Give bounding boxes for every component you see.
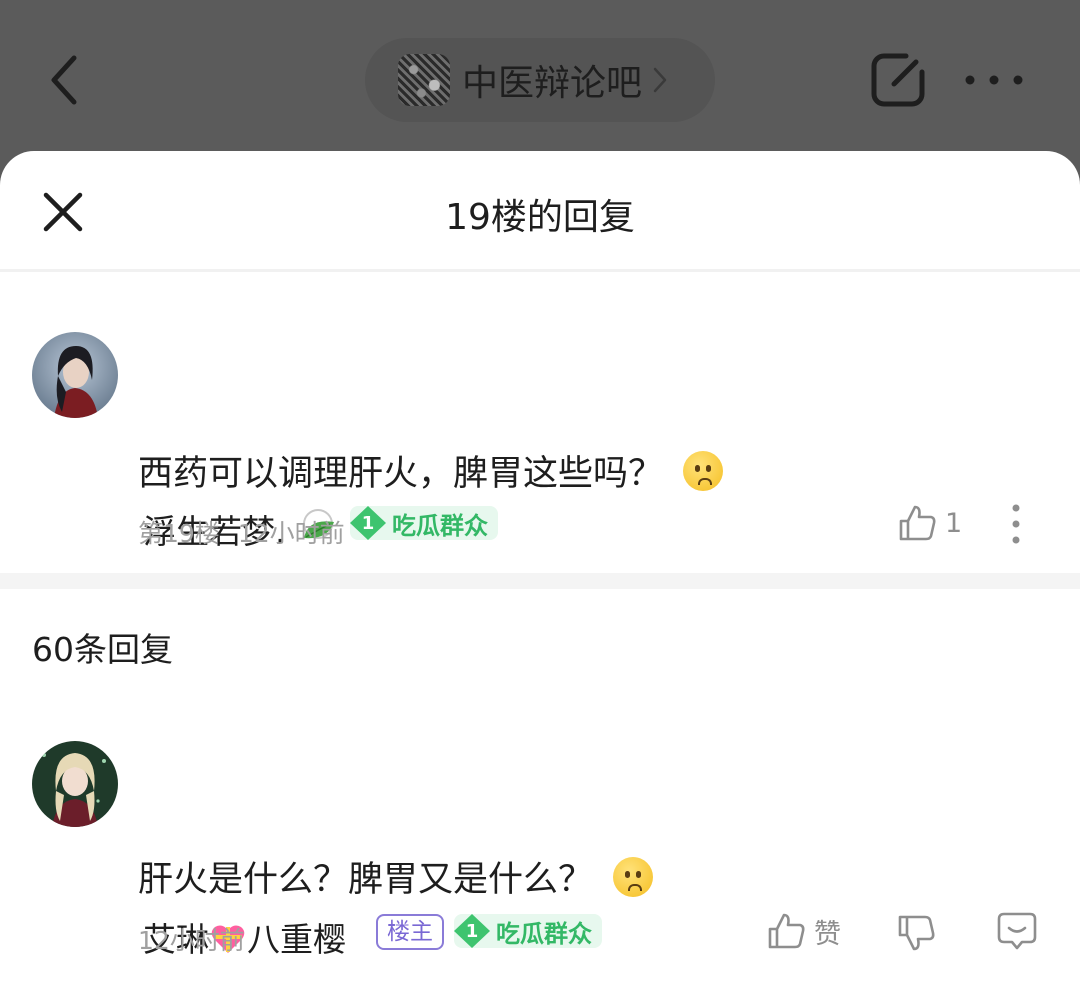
level-badge[interactable]: 1 吃瓜群众 — [454, 914, 602, 948]
post-time: 12小时前 — [237, 519, 345, 548]
section-divider — [0, 573, 1080, 589]
forum-link[interactable]: 中医辩论吧 — [365, 38, 715, 122]
like-button[interactable]: 1 — [897, 503, 962, 543]
chevron-left-icon — [51, 55, 77, 105]
like-label: 赞 — [814, 918, 841, 950]
sheet-title: 19楼的回复 — [445, 197, 635, 238]
post-time: 12小时前 — [138, 926, 245, 955]
comment-text: 肝火是什么？脾胃又是什么？ — [138, 851, 654, 902]
replies-sheet: 19楼的回复 浮生若梦. 1 吃瓜群众 1 西药可以调理肝火，脾胃这些吗？ 第1… — [0, 151, 1080, 990]
level-number: 1 — [454, 914, 490, 948]
level-badge[interactable]: 1 吃瓜群众 — [350, 506, 498, 540]
reply-button[interactable] — [996, 911, 1038, 953]
thumbs-up-icon — [899, 505, 936, 541]
comment-text: 西药可以调理肝火，脾胃这些吗？ — [138, 445, 724, 496]
dislike-button[interactable] — [896, 913, 936, 953]
sheet-header: 19楼的回复 — [0, 151, 1080, 272]
sad-face-emoji-icon — [683, 451, 724, 491]
owner-badge: 楼主 — [376, 914, 444, 950]
avatar[interactable] — [32, 332, 118, 418]
back-button[interactable] — [40, 48, 96, 112]
edit-icon — [871, 53, 925, 107]
level-title: 吃瓜群众 — [496, 919, 592, 948]
sad-face-emoji-icon — [613, 857, 654, 897]
post-more-button[interactable] — [1004, 502, 1028, 546]
more-dots-icon — [965, 75, 1023, 85]
comment-bubble-icon — [997, 912, 1037, 950]
like-count: 1 — [945, 507, 963, 539]
thumbs-down-icon — [898, 915, 935, 951]
more-options-button[interactable] — [962, 62, 1026, 98]
forum-name: 中医辩论吧 — [462, 63, 643, 104]
thumbs-up-icon — [768, 913, 805, 949]
edit-post-button[interactable] — [868, 50, 928, 110]
level-number: 1 — [350, 506, 386, 540]
level-title: 吃瓜群众 — [392, 511, 488, 540]
reply-count: 60条回复 — [32, 630, 173, 669]
chevron-right-icon — [653, 67, 667, 93]
post-meta: 第19楼 12小时前 — [138, 514, 345, 550]
forum-avatar — [398, 54, 450, 106]
avatar[interactable] — [32, 741, 118, 827]
like-button[interactable]: 赞 — [766, 911, 841, 951]
vertical-dots-icon — [1012, 504, 1020, 544]
floor-label: 第19楼 — [138, 519, 220, 548]
top-bar: 中医辩论吧 — [0, 0, 1080, 160]
